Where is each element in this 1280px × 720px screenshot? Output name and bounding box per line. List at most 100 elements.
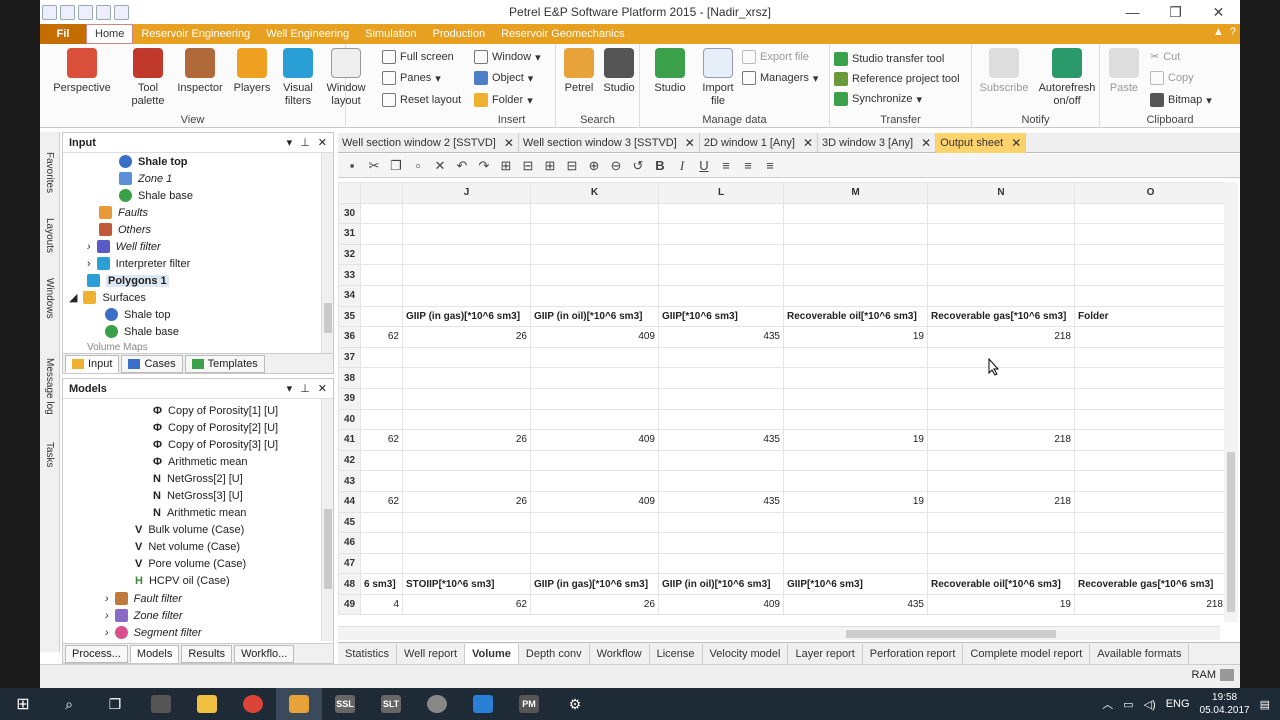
table-cell[interactable] bbox=[927, 408, 1075, 431]
bold-icon[interactable]: B bbox=[652, 158, 668, 174]
window-insert-button[interactable]: Window ▾ bbox=[474, 50, 541, 64]
sheet-tab-workflow[interactable]: Workflow bbox=[590, 643, 650, 664]
table-cell[interactable]: 218 bbox=[927, 490, 1075, 513]
table-cell[interactable] bbox=[927, 243, 1075, 266]
managers-button[interactable]: Managers ▾ bbox=[742, 71, 818, 85]
table-cell[interactable] bbox=[658, 387, 784, 410]
table-cell[interactable] bbox=[658, 511, 784, 534]
import-file-button[interactable]: Import file bbox=[696, 48, 740, 108]
table-cell[interactable] bbox=[927, 552, 1075, 575]
help-icon[interactable]: ? bbox=[1230, 26, 1236, 38]
table-cell[interactable] bbox=[530, 552, 659, 575]
row-header[interactable]: 32 bbox=[338, 243, 361, 266]
table-cell[interactable] bbox=[927, 284, 1075, 307]
table-cell[interactable] bbox=[402, 367, 531, 389]
synchronize-button[interactable]: Synchronize ▾ bbox=[834, 92, 922, 106]
insert-row-icon[interactable]: ⊞ bbox=[498, 158, 514, 174]
tab-production[interactable]: Production bbox=[425, 24, 494, 44]
redo-icon[interactable]: ↷ bbox=[476, 158, 492, 174]
table-cell[interactable]: GIIP (in oil)[*10^6 sm3] bbox=[530, 305, 659, 328]
table-cell[interactable]: GIIP (in gas)[*10^6 sm3] bbox=[402, 305, 531, 328]
table-cell[interactable] bbox=[530, 532, 659, 554]
open-icon[interactable] bbox=[114, 4, 129, 20]
row-header[interactable]: 39 bbox=[338, 387, 361, 410]
sheet-tab-license[interactable]: License bbox=[650, 643, 703, 664]
table-cell[interactable] bbox=[1074, 202, 1227, 225]
sheet-vertical-scrollbar[interactable] bbox=[1224, 182, 1238, 622]
input-tree-scrollbar[interactable] bbox=[321, 153, 333, 353]
table-cell[interactable] bbox=[402, 243, 531, 266]
table-cell[interactable]: 409 bbox=[530, 490, 659, 513]
row-header[interactable]: 42 bbox=[338, 449, 361, 472]
app-button[interactable] bbox=[414, 688, 460, 720]
table-cell[interactable] bbox=[658, 552, 784, 575]
tree-item[interactable]: › Fault filter bbox=[105, 592, 182, 605]
table-cell[interactable] bbox=[658, 367, 784, 389]
export-file-button[interactable]: Export file bbox=[742, 50, 809, 64]
network-icon[interactable]: ▭ bbox=[1123, 698, 1133, 711]
table-cell[interactable]: 62 bbox=[360, 429, 403, 451]
tree-item[interactable]: ◢ Surfaces bbox=[69, 291, 146, 304]
full-screen-button[interactable]: Full screen bbox=[382, 50, 454, 64]
column-header[interactable]: N bbox=[927, 182, 1075, 204]
expand-icon[interactable]: › bbox=[87, 258, 91, 270]
align-center-icon[interactable]: ≡ bbox=[740, 158, 756, 174]
table-cell[interactable]: 409 bbox=[658, 593, 784, 616]
table-cell[interactable] bbox=[1074, 511, 1227, 534]
table-cell[interactable] bbox=[1074, 243, 1227, 266]
italic-icon[interactable]: I bbox=[674, 158, 690, 174]
table-cell[interactable] bbox=[1074, 387, 1227, 410]
close-tab-icon[interactable]: ✕ bbox=[803, 136, 813, 150]
table-cell[interactable] bbox=[402, 552, 531, 575]
maximize-button[interactable]: ❐ bbox=[1154, 0, 1197, 24]
copy-icon[interactable]: ❐ bbox=[388, 158, 404, 174]
table-cell[interactable] bbox=[402, 511, 531, 534]
tree-item[interactable]: › Segment filter bbox=[105, 626, 202, 639]
table-cell[interactable] bbox=[927, 449, 1075, 472]
table-cell[interactable]: 62 bbox=[360, 326, 403, 348]
table-cell[interactable] bbox=[1074, 552, 1227, 575]
table-cell[interactable] bbox=[530, 470, 659, 492]
row-header[interactable]: 36 bbox=[338, 326, 361, 348]
row-header[interactable]: 47 bbox=[338, 552, 361, 575]
table-cell[interactable]: 26 bbox=[402, 429, 531, 451]
table-cell[interactable]: Folder bbox=[1074, 305, 1227, 328]
save-icon[interactable]: ▪ bbox=[344, 158, 360, 174]
table-cell[interactable] bbox=[783, 367, 928, 389]
table-cell[interactable] bbox=[360, 367, 403, 389]
expand-icon[interactable]: › bbox=[87, 241, 91, 253]
row-header[interactable]: 34 bbox=[338, 284, 361, 307]
table-cell[interactable] bbox=[530, 202, 659, 225]
table-cell[interactable] bbox=[530, 243, 659, 266]
table-cell[interactable] bbox=[1074, 326, 1227, 348]
tab-workflows[interactable]: Workflo... bbox=[234, 644, 295, 663]
table-cell[interactable]: 218 bbox=[927, 326, 1075, 348]
sheet-tab-perforation-report[interactable]: Perforation report bbox=[863, 643, 964, 664]
table-cell[interactable] bbox=[530, 284, 659, 307]
app-slt-button[interactable]: SLT bbox=[368, 688, 414, 720]
table-cell[interactable] bbox=[658, 264, 784, 286]
table-cell[interactable] bbox=[783, 408, 928, 431]
table-cell[interactable] bbox=[360, 511, 403, 534]
table-cell[interactable] bbox=[530, 346, 659, 369]
table-cell[interactable] bbox=[658, 449, 784, 472]
tasks-tab[interactable]: Tasks bbox=[44, 442, 55, 468]
table-cell[interactable] bbox=[783, 223, 928, 245]
chrome-button[interactable] bbox=[230, 688, 276, 720]
sheet-tab-well-report[interactable]: Well report bbox=[397, 643, 465, 664]
minimize-button[interactable]: — bbox=[1111, 0, 1154, 24]
table-cell[interactable]: 19 bbox=[783, 490, 928, 513]
table-cell[interactable] bbox=[783, 243, 928, 266]
row-header[interactable]: 30 bbox=[338, 202, 361, 225]
row-header[interactable]: 35 bbox=[338, 305, 361, 328]
tree-item[interactable]: Shale top bbox=[105, 308, 170, 321]
app-blue-button[interactable] bbox=[460, 688, 506, 720]
tab-well-section-2[interactable]: Well section window 2 [SSTVD] ✕ bbox=[338, 132, 519, 153]
tab-processes[interactable]: Process... bbox=[65, 644, 128, 663]
players-button[interactable]: Players bbox=[230, 48, 274, 95]
close-button[interactable]: ✕ bbox=[1197, 0, 1240, 24]
table-cell[interactable]: GIIP (in gas)[*10^6 sm3] bbox=[530, 573, 659, 595]
sheet-tab-layer-report[interactable]: Layer report bbox=[788, 643, 863, 664]
clock[interactable]: 19:58 05.04.2017 bbox=[1200, 691, 1250, 717]
tab-results[interactable]: Results bbox=[181, 644, 233, 663]
